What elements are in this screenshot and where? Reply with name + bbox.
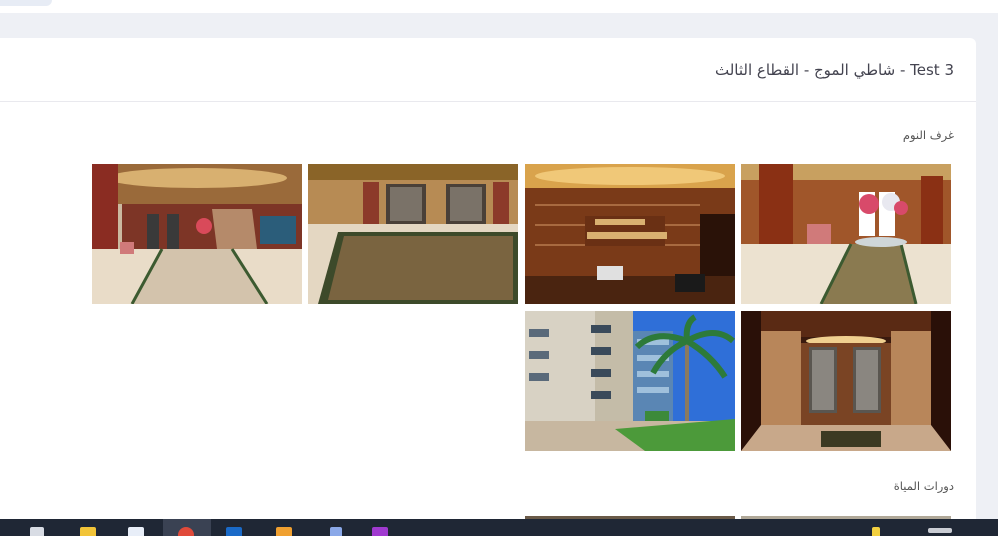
- top-bar: [0, 0, 998, 13]
- building-palm-tree-photo-image: [525, 311, 735, 451]
- windows-taskbar: [0, 519, 998, 536]
- notepad-icon[interactable]: [330, 527, 342, 536]
- hotel-lobby-photo-image: [92, 164, 302, 304]
- file-explorer-icon[interactable]: [80, 527, 96, 536]
- photo-hotel-sign[interactable]: [525, 164, 735, 304]
- taskbar-clock[interactable]: [928, 528, 952, 533]
- photo-hotel-lobby[interactable]: [92, 164, 302, 304]
- hotel-sign-photo-image: [525, 164, 735, 304]
- elevator-doors-photo-image: [741, 311, 951, 451]
- top-bar-chip[interactable]: [0, 0, 52, 6]
- paint-icon[interactable]: [276, 527, 292, 536]
- chrome-icon[interactable]: [178, 527, 194, 536]
- card-header: Test 3 - شاطي الموج - القطاع الثالث: [0, 38, 976, 102]
- tray-icon[interactable]: [872, 527, 880, 536]
- start-icon[interactable]: [30, 527, 44, 536]
- elevator-hall-carpet-photo-image: [308, 164, 518, 304]
- briefcase-icon[interactable]: [128, 527, 144, 536]
- photo-lobby-flowers[interactable]: [741, 164, 951, 304]
- photo-elevator-doors[interactable]: [741, 311, 951, 451]
- section-label-bathrooms: دورات المياة: [893, 479, 954, 493]
- gallery-card: Test 3 - شاطي الموج - القطاع الثالث غرف …: [0, 38, 976, 536]
- photo-elevator-hall-carpet[interactable]: [308, 164, 518, 304]
- photo-building-palm-tree[interactable]: [525, 311, 735, 451]
- photoshop-icon[interactable]: [372, 527, 388, 536]
- lobby-flowers-photo-image: [741, 164, 951, 304]
- outlook-icon[interactable]: [226, 527, 242, 536]
- card-title: Test 3 - شاطي الموج - القطاع الثالث: [715, 61, 954, 79]
- section-label-bedrooms: غرف النوم: [902, 128, 954, 142]
